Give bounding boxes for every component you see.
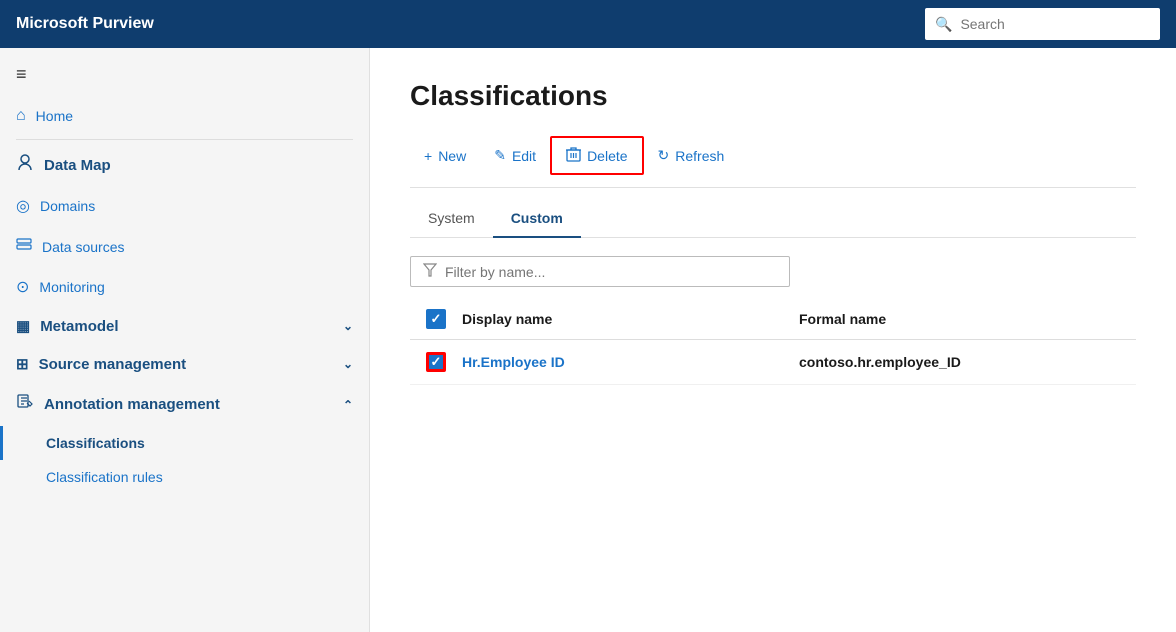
metamodel-chevron: ⌄	[343, 319, 353, 333]
sidebar-item-source-management[interactable]: ⊞ Source management ⌄	[0, 345, 369, 383]
refresh-icon: ↻	[658, 147, 670, 164]
delete-label: Delete	[587, 148, 627, 164]
annotation-management-chevron: ⌃	[343, 398, 353, 412]
delete-button[interactable]: Delete	[550, 136, 643, 175]
sidebar-item-domains-label: Domains	[40, 198, 95, 214]
sidebar-item-classification-rules[interactable]: Classification rules	[0, 460, 369, 494]
new-icon: +	[424, 148, 432, 164]
sidebar-item-data-map-label: Data Map	[44, 157, 111, 174]
refresh-button[interactable]: ↻ Refresh	[644, 139, 739, 172]
new-button[interactable]: + New	[410, 140, 480, 172]
select-all-checkbox[interactable]: ✓	[426, 309, 446, 329]
row-check[interactable]: ✓	[410, 352, 462, 372]
header-check[interactable]: ✓	[410, 309, 462, 329]
main-content: Classifications + New ✎ Edit	[370, 48, 1176, 632]
new-label: New	[438, 148, 466, 164]
tab-system[interactable]: System	[410, 200, 493, 238]
sidebar-item-home[interactable]: ⌂ Home	[0, 97, 369, 135]
tabs: System Custom	[410, 200, 1136, 238]
sidebar-item-source-management-label: Source management	[39, 356, 187, 373]
filter-input[interactable]	[445, 264, 777, 280]
source-management-icon: ⊞	[16, 355, 29, 373]
data-sources-icon	[16, 236, 32, 257]
data-map-icon	[16, 154, 34, 176]
cell-formal-name: contoso.hr.employee_ID	[799, 354, 1136, 370]
row-checkmark: ✓	[431, 354, 442, 370]
sidebar-item-home-label: Home	[36, 108, 73, 124]
filter-box[interactable]	[410, 256, 790, 287]
filter-icon	[423, 263, 437, 280]
sidebar-item-data-sources-label: Data sources	[42, 239, 124, 255]
sidebar-item-annotation-management-label: Annotation management	[44, 396, 220, 413]
sidebar-item-metamodel-label: Metamodel	[40, 318, 118, 335]
col-display-name: Display name	[462, 311, 799, 327]
page-title: Classifications	[410, 80, 1136, 112]
main-layout: ≡ ⌂ Home Data Map ◎ Domains	[0, 48, 1176, 632]
table-row[interactable]: ✓ Hr.Employee ID contoso.hr.employee_ID	[410, 340, 1136, 385]
edit-label: Edit	[512, 148, 536, 164]
domains-icon: ◎	[16, 196, 30, 216]
annotation-management-icon	[16, 393, 34, 416]
sidebar-item-domains[interactable]: ◎ Domains	[0, 186, 369, 226]
row-checkbox[interactable]: ✓	[426, 352, 446, 372]
refresh-label: Refresh	[675, 148, 724, 164]
metamodel-icon: ▦	[16, 317, 30, 335]
top-nav: Microsoft Purview 🔍	[0, 0, 1176, 48]
sidebar-item-data-sources[interactable]: Data sources	[0, 226, 369, 267]
search-input[interactable]	[960, 16, 1150, 32]
delete-icon	[566, 146, 581, 165]
sidebar-item-monitoring[interactable]: ⊙ Monitoring	[0, 267, 369, 307]
sidebar-item-monitoring-label: Monitoring	[39, 279, 104, 295]
col-formal-name: Formal name	[799, 311, 1136, 327]
hamburger-menu[interactable]: ≡	[16, 64, 353, 85]
sidebar-item-classification-rules-label: Classification rules	[46, 469, 163, 485]
edit-icon: ✎	[494, 147, 506, 164]
toolbar: + New ✎ Edit Delete	[410, 136, 1136, 188]
sidebar-item-metamodel[interactable]: ▦ Metamodel ⌄	[0, 307, 369, 345]
search-box[interactable]: 🔍	[925, 8, 1160, 40]
sidebar-top: ≡	[0, 48, 369, 97]
sidebar-item-classifications-label: Classifications	[46, 435, 145, 451]
app-title: Microsoft Purview	[16, 15, 925, 33]
table-header: ✓ Display name Formal name	[410, 299, 1136, 340]
checkmark: ✓	[431, 311, 442, 327]
cell-display-name[interactable]: Hr.Employee ID	[462, 354, 799, 370]
sidebar: ≡ ⌂ Home Data Map ◎ Domains	[0, 48, 370, 632]
home-icon: ⌂	[16, 107, 26, 125]
table: ✓ Display name Formal name ✓ Hr.Employee…	[410, 299, 1136, 385]
sidebar-divider-1	[16, 139, 353, 140]
edit-button[interactable]: ✎ Edit	[480, 139, 550, 172]
sidebar-item-data-map[interactable]: Data Map	[0, 144, 369, 186]
tab-custom[interactable]: Custom	[493, 200, 581, 238]
source-management-chevron: ⌄	[343, 357, 353, 371]
sidebar-item-classifications[interactable]: Classifications	[0, 426, 369, 460]
sidebar-item-annotation-management[interactable]: Annotation management ⌃	[0, 383, 369, 426]
search-icon: 🔍	[935, 16, 952, 33]
monitoring-icon: ⊙	[16, 277, 29, 297]
